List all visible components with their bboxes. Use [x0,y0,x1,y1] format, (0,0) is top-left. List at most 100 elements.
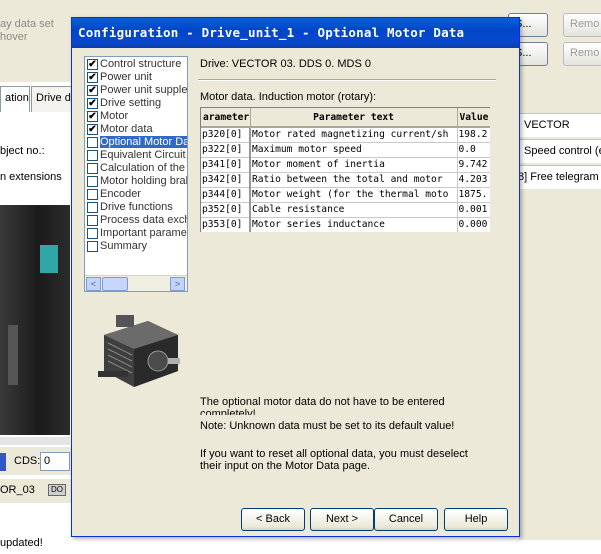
step-checkbox[interactable]: ✔ [87,59,98,70]
parameter-number-cell: p342[0] [201,172,251,188]
drive-type-field: VECTOR [520,113,601,137]
status-message: updated! [0,537,43,549]
wizard-step-item[interactable]: ✔ Power unit [85,71,187,84]
step-checkbox[interactable] [87,176,98,187]
drive-toolbar: OR_03 DO [0,479,72,503]
step-checkbox[interactable]: ✔ [87,98,98,109]
step-label: Motor holding brake [100,175,188,187]
parameter-number-cell: p322[0] [201,142,251,158]
step-label: Important paramet [100,227,188,239]
parameter-row[interactable]: p352[0] Cable resistance 0.001 [201,202,490,218]
parameter-number-cell: p352[0] [201,202,251,218]
object-no-label: bject no.: [0,145,45,157]
back-button[interactable]: < Back [241,508,305,531]
wizard-step-item[interactable]: Equivalent Circuit [85,149,187,162]
wizard-step-item[interactable]: ✔ Drive setting [85,97,187,110]
background-remove-button-2[interactable]: Remo [563,42,601,66]
parameter-row[interactable]: p353[0] Motor series inductance 0.000 [201,217,490,232]
column-header-parameter[interactable]: arameter [201,108,251,128]
parameter-value-cell[interactable]: 198.2 [457,127,490,143]
background-tab-0[interactable]: ation [0,86,30,112]
step-checkbox[interactable] [87,137,98,148]
wizard-step-item[interactable]: Important paramet [85,227,188,240]
background-tab-1[interactable]: Drive da [31,86,76,112]
scroll-left-button[interactable]: < [86,277,101,291]
drive-object-icon[interactable]: DO [48,484,66,496]
step-checkbox[interactable] [87,228,98,239]
column-header-text[interactable]: Parameter text [250,108,458,128]
step-checkbox[interactable]: ✔ [87,124,98,135]
step-checkbox[interactable] [87,202,98,213]
help-button[interactable]: Help [444,508,508,531]
parameter-value-cell[interactable]: 0.001 [457,202,490,218]
step-checkbox[interactable] [87,163,98,174]
dialog-titlebar[interactable]: Configuration - Drive_unit_1 - Optional … [72,18,519,48]
background-tab-strip: ation Drive da [0,86,80,114]
step-list-scrollbar[interactable]: < > [85,275,187,291]
control-type-field: Speed control (e [520,139,601,163]
step-label: Equivalent Circuit [100,149,186,161]
wizard-step-item[interactable]: Process data exch [85,214,188,227]
parameter-value-cell[interactable]: 1875. [457,187,490,203]
parameter-row[interactable]: p341[0] Motor moment of inertia 9.742 [201,157,490,173]
cds-indicator [0,453,6,471]
wizard-step-item[interactable]: Optional Motor Data [85,136,187,149]
wizard-step-item[interactable]: ✔ Motor data [85,123,187,136]
cds-toolbar: CDS: 0 [0,447,72,475]
wizard-step-item[interactable]: ✔ Control structure [85,58,187,71]
step-checkbox[interactable] [87,241,98,252]
info-optional-text: The optional motor data do not have to b… [200,396,445,408]
button-label: Remo [570,18,600,30]
background-remove-button-1[interactable]: Remo [563,13,601,37]
step-label: Optional Motor Data [100,136,187,148]
device-display [40,245,58,273]
info-note-text: Note: Unknown data must be set to its de… [200,420,455,432]
parameter-value-cell[interactable]: 9.742 [457,157,490,173]
next-button[interactable]: Next > [310,508,374,531]
cds-input[interactable]: 0 [40,452,70,471]
parameter-row[interactable]: p320[0] Motor rated magnetizing current/s… [201,127,490,143]
step-checkbox[interactable] [87,150,98,161]
step-checkbox[interactable]: ✔ [87,111,98,122]
wizard-step-item[interactable]: Summary [85,240,187,253]
step-label: Process data exch [100,214,188,226]
parameter-text-cell: Motor weight (for the thermal moto [250,187,458,203]
step-label: Drive functions [100,201,173,213]
parameter-value-cell[interactable]: 0.0 [457,142,490,158]
scroll-thumb[interactable] [102,277,128,291]
wizard-step-item[interactable]: Drive functions [85,201,187,214]
parameter-text-cell: Ratio between the total and motor [250,172,458,188]
cancel-button[interactable]: Cancel [374,508,438,531]
parameter-number-cell: p320[0] [201,127,251,143]
section-title: Motor data. Induction motor (rotary): [200,91,377,103]
step-label: Power unit [100,71,152,83]
parameter-text-cell: Motor moment of inertia [250,157,458,173]
wizard-step-item[interactable]: Motor holding brake [85,175,188,188]
parameter-row[interactable]: p322[0] Maximum motor speed 0.0 [201,142,490,158]
step-checkbox[interactable] [87,189,98,200]
wizard-steps: ✔ Control structure ✔ Power unit ✔ Power unit… [85,58,188,253]
motor-image [98,315,180,387]
wizard-step-list: ✔ Control structure ✔ Power unit ✔ Power unit… [84,56,188,292]
parameter-value-cell[interactable]: 4.203 [457,172,490,188]
drive-header: Drive: VECTOR 03. DDS 0. MDS 0 [200,58,371,70]
parameter-row[interactable]: p342[0] Ratio between the total and motor… [201,172,490,188]
step-checkbox[interactable] [87,215,98,226]
step-label: Motor [100,110,129,122]
scroll-right-button[interactable]: > [170,277,185,291]
parameter-value-cell[interactable]: 0.000 [457,217,490,232]
step-checkbox[interactable]: ✔ [87,85,98,96]
button-label: Remo [570,47,600,59]
wizard-step-item[interactable]: ✔Power unit supplemen [85,84,187,97]
background-hint-text: ay data set hover [0,18,54,43]
parameter-row[interactable]: p344[0] Motor weight (for the thermal mot… [201,187,490,203]
wizard-step-item[interactable]: Encoder [85,188,187,201]
step-checkbox[interactable]: ✔ [87,72,98,83]
parameter-number-cell: p341[0] [201,157,251,173]
info-optional-text-cont: completely! [200,408,256,415]
header-divider [198,79,496,81]
wizard-step-item[interactable]: Calculation of the [85,162,187,175]
column-header-value[interactable]: Value [457,108,490,128]
wizard-step-item[interactable]: ✔ Motor [85,110,187,123]
device-base [0,437,70,445]
